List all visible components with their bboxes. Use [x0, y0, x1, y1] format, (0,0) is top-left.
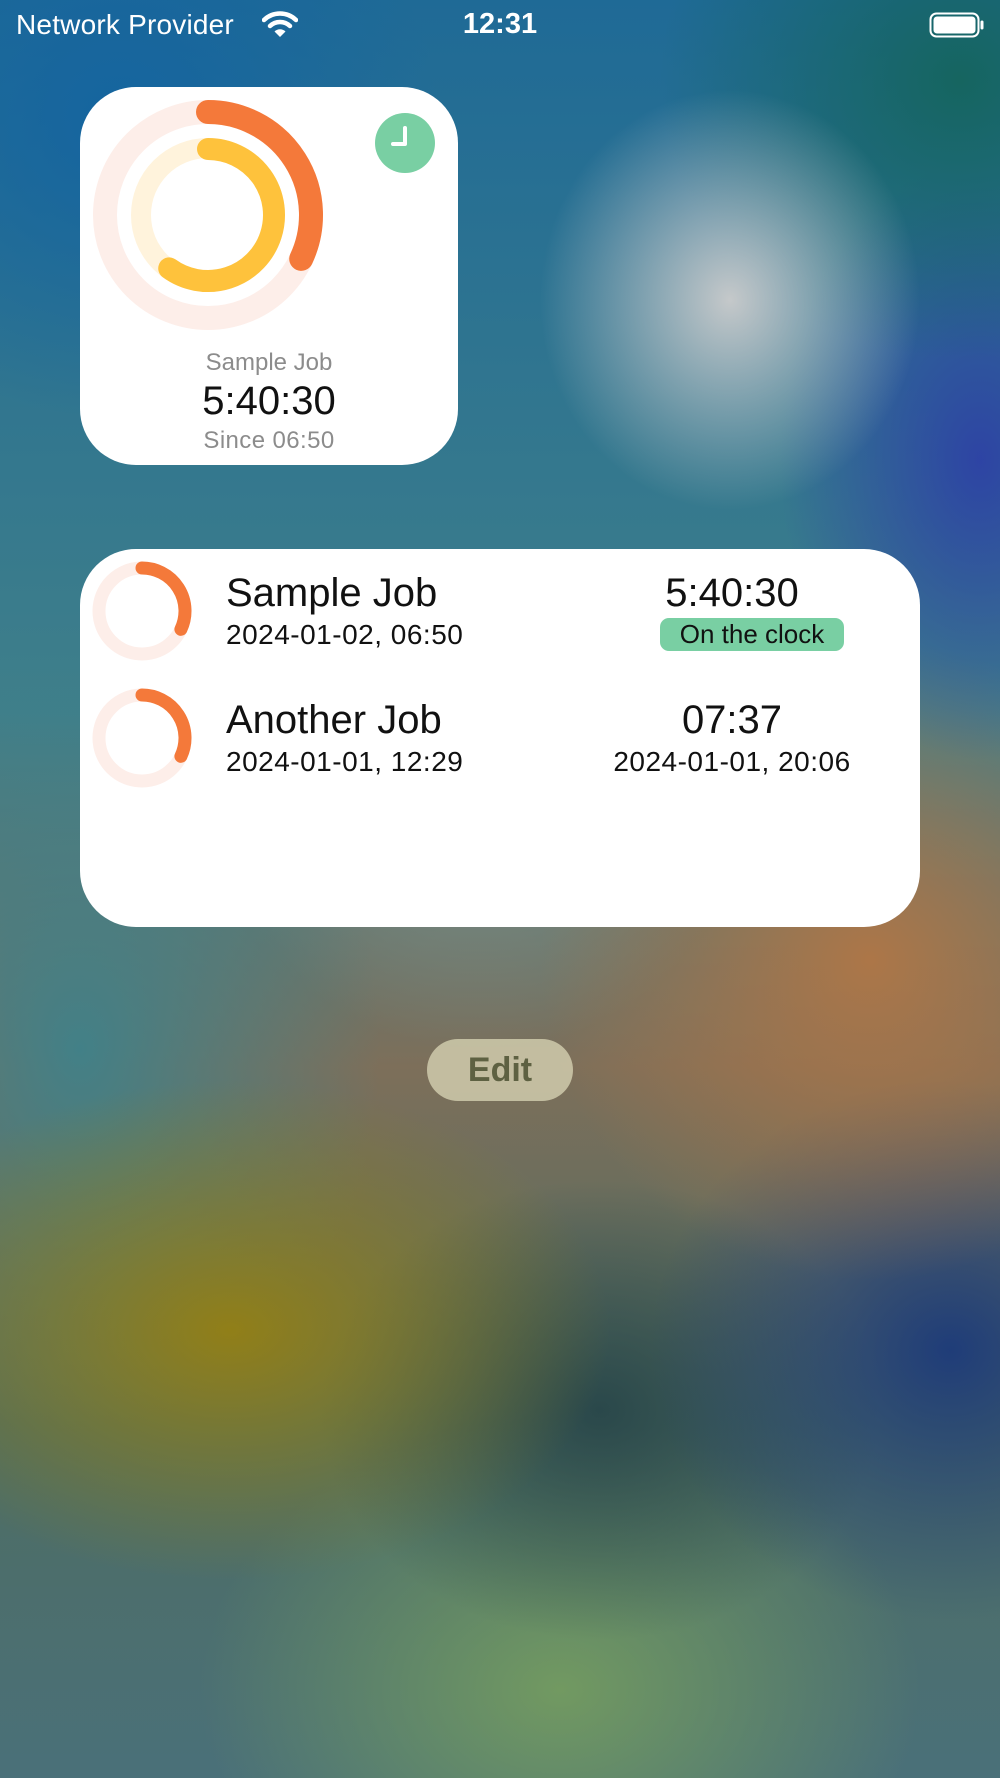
status-bar: Network Provider 12:31 [0, 0, 1000, 52]
job-progress-ring [92, 561, 192, 661]
job-start-date: 2024-01-02, 06:50 [226, 619, 464, 650]
status-time: 12:31 [462, 8, 538, 40]
edit-button[interactable]: Edit [427, 1039, 573, 1101]
job-name: Sample Job [226, 571, 438, 615]
small-timer-widget[interactable]: Sample Job 5:40:30 Since 06:50 [80, 87, 458, 465]
job-row[interactable]: Another Job 2024-01-01, 12:29 07:37 2024… [80, 686, 920, 796]
job-end-date: 2024-01-01, 20:06 [613, 746, 851, 777]
since-label: Since 06:50 [203, 427, 335, 454]
status-badge: On the clock [660, 618, 844, 651]
progress-rings [93, 100, 323, 330]
job-row[interactable]: Sample Job 2024-01-02, 06:50 5:40:30 On … [80, 559, 920, 669]
job-duration: 07:37 [681, 698, 783, 742]
elapsed-time: 5:40:30 [202, 379, 336, 423]
clock-icon [375, 113, 435, 173]
battery-icon [929, 12, 985, 38]
job-start-date: 2024-01-01, 12:29 [226, 746, 464, 777]
job-progress-ring [92, 688, 192, 788]
job-duration: 5:40:30 [665, 571, 799, 615]
job-name: Another Job [226, 698, 442, 742]
jobs-list-widget[interactable]: Sample Job 2024-01-02, 06:50 5:40:30 On … [80, 549, 920, 927]
job-name: Sample Job [205, 349, 333, 376]
